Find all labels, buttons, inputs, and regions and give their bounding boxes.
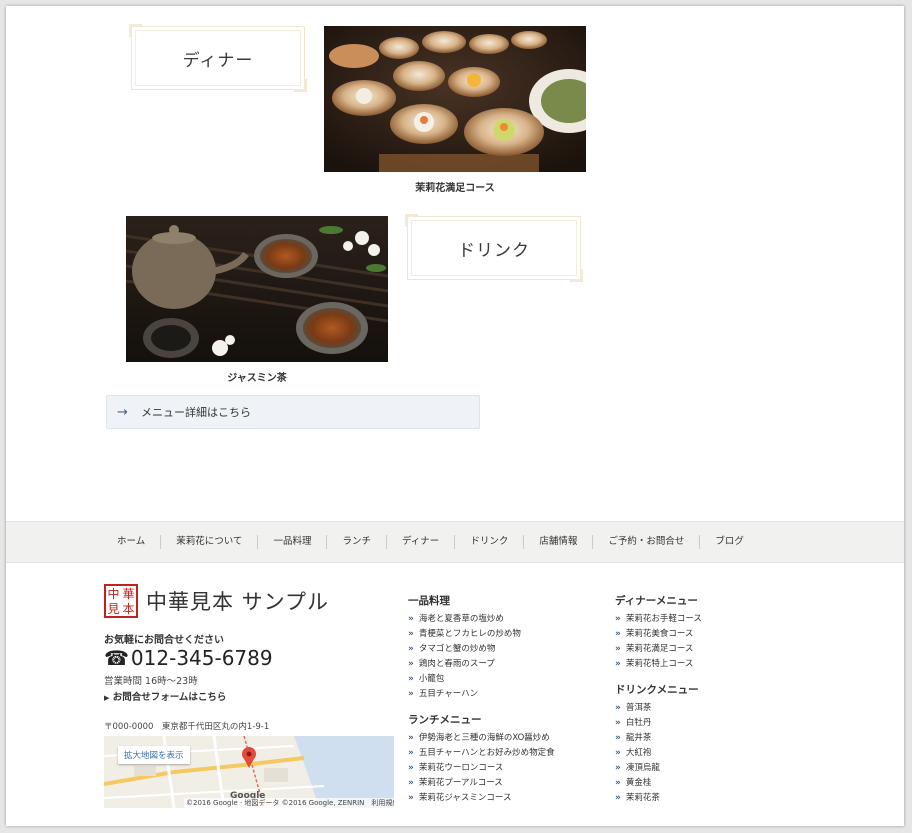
list-item[interactable]: 茉莉花お手軽コース (615, 612, 702, 627)
list-item[interactable]: 茉莉花プーアルコース (408, 776, 555, 791)
map-credit: ©2016 Google · 地図データ ©2016 Google, ZENRI… (184, 798, 394, 808)
list-item[interactable]: 龍井茶 (615, 731, 660, 746)
list-item[interactable]: 茉莉花美食コース (615, 627, 702, 642)
footer-nav-blog[interactable]: ブログ (700, 535, 759, 549)
menu-detail-button[interactable]: → メニュー詳細はこちら (106, 395, 480, 429)
drink-menu-heading: ドリンクメニュー (615, 684, 699, 696)
seal-logo-icon: 中 華 見 本 (104, 584, 138, 618)
arrow-right-icon: → (117, 404, 128, 420)
seal-char: 本 (122, 601, 135, 616)
list-item[interactable]: 凍頂烏龍 (615, 761, 660, 776)
drink-menu-list: 普洱茶 白牡丹 龍井茶 大紅袍 凍頂烏龍 黄金桂 茉莉花茶 (615, 701, 660, 806)
list-item[interactable]: 茉莉花満足コース (615, 642, 702, 657)
a-la-carte-list: 海老と夏香草の塩炒め 青梗菜とフカヒレの炒め物 タマゴと蟹の炒め物 鶏肉と春雨の… (408, 612, 521, 702)
dinner-category-box[interactable]: ディナー (129, 24, 307, 92)
shop-logo[interactable]: 中 華 見 本 中華見本 サンプル (104, 584, 329, 618)
list-item[interactable]: 小籠包 (408, 672, 521, 687)
list-item[interactable]: 伊勢海老と三種の海鮮のXO醤炒め (408, 731, 555, 746)
contact-form-link[interactable]: ▶ お問合せフォームはこちら (104, 689, 226, 703)
footer-nav-lunch[interactable]: ランチ (327, 535, 387, 549)
footer-nav-home[interactable]: ホーム (102, 535, 162, 549)
list-item[interactable]: 大紅袍 (615, 746, 660, 761)
list-item[interactable]: 茉莉花特上コース (615, 657, 702, 672)
google-map[interactable]: 拡大地図を表示 Google ©2016 Google · 地図データ ©201… (104, 736, 394, 808)
dinner-menu-list: 茉莉花お手軽コース 茉莉花美食コース 茉莉花満足コース 茉莉花特上コース (615, 612, 702, 672)
menu-detail-label: メニュー詳細はこちら (141, 406, 251, 419)
dim-sum-image (324, 26, 586, 172)
list-item[interactable]: 茉莉花ウーロンコース (408, 761, 555, 776)
dinner-category-label: ディナー (182, 50, 254, 71)
footer-nav-dinner[interactable]: ディナー (387, 535, 456, 549)
map-enlarge-button[interactable]: 拡大地図を表示 (118, 746, 190, 764)
shop-address: 〒000-0000 東京都千代田区丸の内1-9-1 (104, 722, 270, 732)
footer-nav: ホーム 茉莉花について 一品料理 ランチ ディナー ドリンク 店舗情報 ご予約・… (6, 521, 904, 563)
shop-name: 中華見本 サンプル (146, 590, 330, 614)
triangle-right-icon: ▶ (104, 694, 110, 702)
seal-char: 中 (107, 586, 120, 601)
list-item[interactable]: 茉莉花茶 (615, 791, 660, 806)
drink-photo-caption: ジャスミン茶 (227, 373, 287, 384)
seal-char: 見 (107, 601, 120, 616)
footer-nav-about[interactable]: 茉莉花について (161, 535, 259, 549)
drink-category-box[interactable]: ドリンク (405, 214, 583, 282)
list-item[interactable]: 五目チャーハン (408, 687, 521, 702)
lunch-menu-list: 伊勢海老と三種の海鮮のXO醤炒め 五目チャーハンとお好み炒め物定食 茉莉花ウーロ… (408, 731, 555, 806)
drink-category-label: ドリンク (458, 240, 530, 261)
a-la-carte-heading: 一品料理 (408, 595, 450, 607)
list-item[interactable]: 茉莉花ジャスミンコース (408, 791, 555, 806)
phone-number-text: 012-345-6789 (130, 646, 273, 670)
list-item[interactable]: 鶏肉と春雨のスープ (408, 657, 521, 672)
footer-nav-reservation[interactable]: ご予約・お問合せ (593, 535, 701, 549)
seal-char: 華 (122, 586, 135, 601)
list-item[interactable]: 黄金桂 (615, 776, 660, 791)
tea-image (126, 216, 388, 362)
list-item[interactable]: 白牡丹 (615, 716, 660, 731)
phone-icon: ☎ (104, 646, 129, 670)
list-item[interactable]: 青梗菜とフカヒレの炒め物 (408, 627, 521, 642)
contact-label: お気軽にお問合せください (104, 635, 224, 646)
list-item[interactable]: 五目チャーハンとお好み炒め物定食 (408, 746, 555, 761)
list-item[interactable]: タマゴと蟹の炒め物 (408, 642, 521, 657)
lunch-menu-heading: ランチメニュー (408, 714, 482, 726)
dinner-menu-heading: ディナーメニュー (615, 595, 698, 607)
page: ディナー 茉莉花満足コース ジャスミン茶 ドリンク → メニュー詳細はこちら ホ… (6, 6, 904, 826)
contact-form-link-label: お問合せフォームはこちら (112, 692, 227, 703)
list-item[interactable]: 海老と夏香草の塩炒め (408, 612, 521, 627)
footer-nav-drink[interactable]: ドリンク (455, 535, 525, 549)
business-hours: 営業時間 16時〜23時 (104, 676, 198, 687)
phone-number[interactable]: ☎ 012-345-6789 (104, 646, 273, 670)
dim-sum-photo (324, 26, 586, 172)
footer-nav-shop-info[interactable]: 店舗情報 (524, 535, 594, 549)
footer-nav-a-la-carte[interactable]: 一品料理 (258, 535, 328, 549)
tea-photo (126, 216, 388, 362)
list-item[interactable]: 普洱茶 (615, 701, 660, 716)
dinner-photo-caption: 茉莉花満足コース (415, 183, 495, 194)
